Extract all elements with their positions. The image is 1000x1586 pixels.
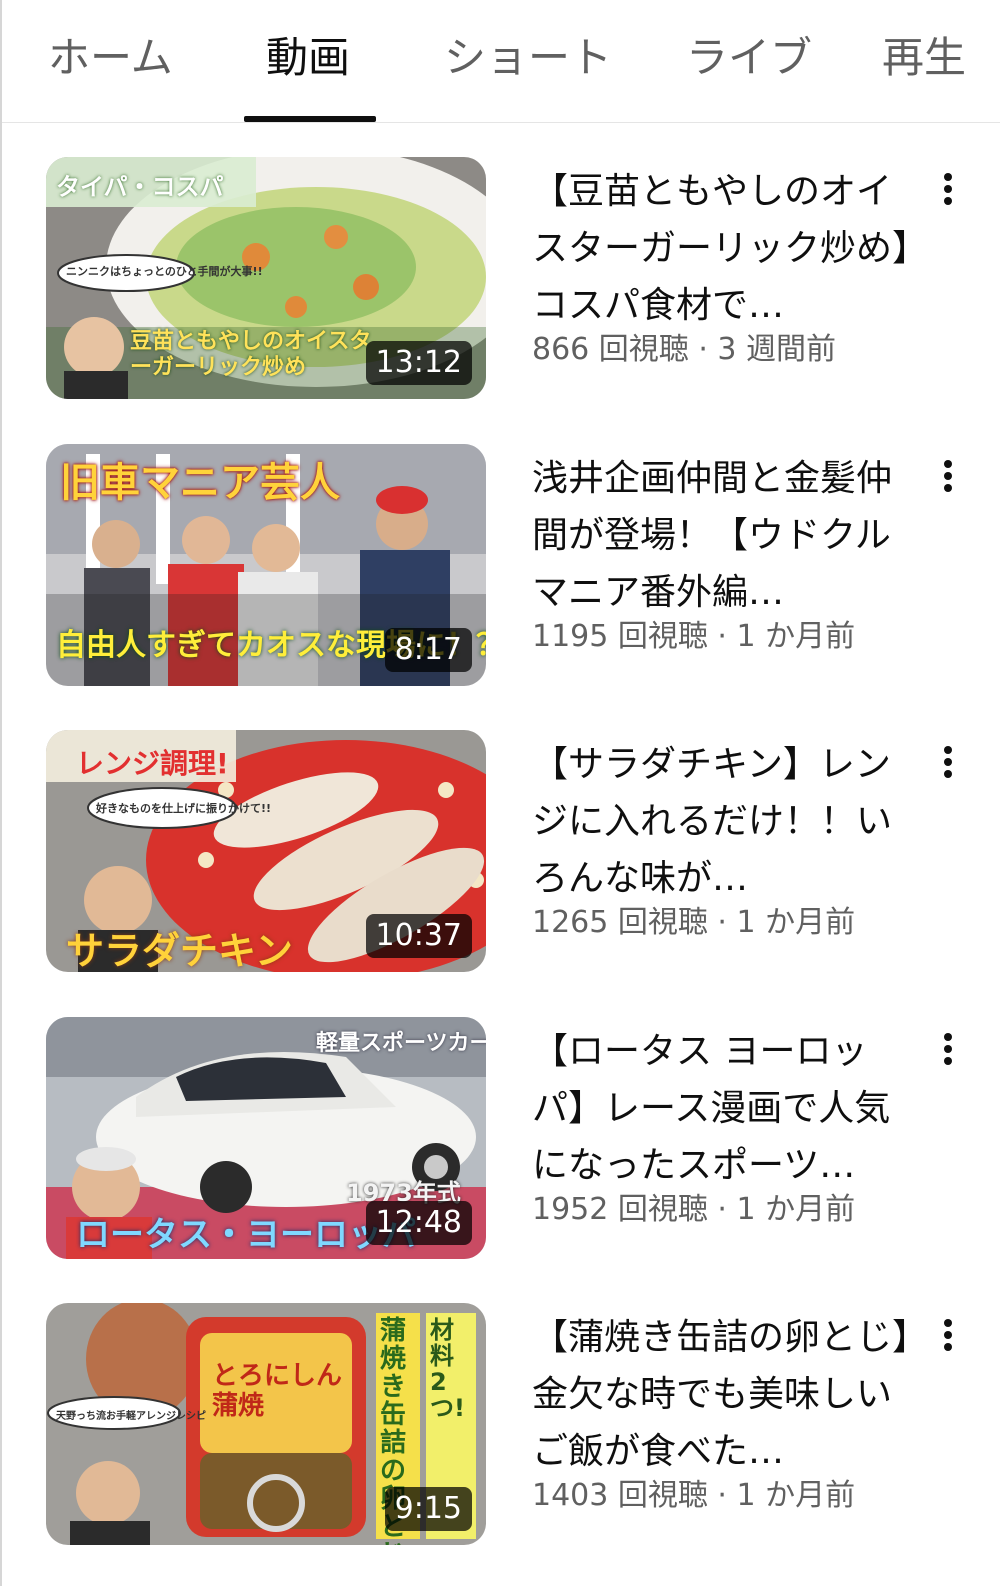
more-vert-icon[interactable] (930, 1027, 966, 1071)
video-info: 【サラダチキン】レンジに入れるだけ！！いろんな味が… 1265 回視聴 · 1 … (532, 736, 912, 943)
more-vert-icon[interactable] (930, 454, 966, 498)
video-info: 【豆苗ともやしのオイスターガーリック炒め】コスパ食材で… 866 回視聴 · 3… (532, 163, 912, 370)
video-item[interactable]: 軽量スポーツカー 1973年式 ロータス・ヨーロッパ 12:48 【ロータス ヨ… (2, 1017, 1000, 1269)
thumbnail-caption: 材料2つ! (430, 1316, 465, 1422)
video-meta: 866 回視聴 · 3 週間前 (532, 332, 837, 367)
video-duration: 13:12 (365, 341, 472, 385)
video-meta: 1403 回視聴 · 1 か月前 (532, 1478, 856, 1513)
thumbnail-bubble: ニンニクはちょっとのひと手間が大事!! (66, 265, 263, 278)
video-meta: 1265 回視聴 · 1 か月前 (532, 905, 856, 940)
more-vert-icon[interactable] (930, 167, 966, 211)
tab-videos[interactable]: 動画 (266, 30, 350, 86)
video-item[interactable]: タイパ・コスパ ニンニクはちょっとのひと手間が大事!! 豆苗ともやしのオイスター… (2, 157, 1000, 409)
thumbnail-headline: サラダチキン (66, 929, 293, 972)
tab-shorts[interactable]: ショート (444, 30, 612, 86)
video-duration: 8:17 (384, 628, 472, 672)
video-thumbnail[interactable]: 旧車マニア芸人 自由人すぎてカオスな現場に！？ 8:17 (46, 444, 486, 686)
video-duration: 10:37 (365, 914, 472, 958)
thumbnail-bubble: 天野っち流お手軽アレンジレシピ (56, 1411, 206, 1422)
video-item[interactable]: とろにしん蒲焼 材料2つ! 蒲焼き缶詰の卵とじ 天野っち流お手軽アレンジレシピ … (2, 1303, 1000, 1555)
video-info: 浅井企画仲間と金髪仲間が登場！【ウドクルマニア番外編… 1195 回視聴 · 1… (532, 450, 912, 657)
channel-videos-page: ホーム 動画 ショート ライブ 再生 タイパ・コスパ ニンニクはちょっとのひと手… (0, 0, 1000, 1586)
more-vert-icon[interactable] (930, 740, 966, 784)
video-thumbnail[interactable]: 軽量スポーツカー 1973年式 ロータス・ヨーロッパ 12:48 (46, 1017, 486, 1259)
tab-home[interactable]: ホーム (48, 30, 173, 86)
thumbnail-caption: タイパ・コスパ (56, 173, 224, 201)
thumbnail-caption: 旧車マニア芸人 (60, 460, 340, 506)
thumbnail-bubble: 好きなものを仕上げに振りかけて!! (96, 802, 272, 815)
tab-playlists[interactable]: 再生 (882, 30, 966, 86)
video-info: 【蒲焼き缶詰の卵とじ】金欠な時でも美味しいご飯が食べた… 1403 回視聴 · … (532, 1309, 912, 1516)
video-title[interactable]: 浅井企画仲間と金髪仲間が登場！【ウドクルマニア番外編… (532, 450, 912, 621)
more-vert-icon[interactable] (930, 1313, 966, 1357)
video-info: 【ロータス ヨーロッパ】レース漫画で人気になったスポーツ… 1952 回視聴 ·… (532, 1023, 912, 1230)
video-duration: 9:15 (384, 1487, 472, 1531)
video-item[interactable]: レンジ調理! 好きなものを仕上げに振りかけて!! サラダチキン 10:37 【サ… (2, 730, 1000, 982)
thumbnail-can-label: とろにしん蒲焼 (212, 1361, 343, 1421)
channel-tab-bar: ホーム 動画 ショート ライブ 再生 (2, 0, 1000, 123)
thumbnail-caption: レンジ調理! (76, 747, 229, 780)
video-duration: 12:48 (365, 1201, 472, 1245)
video-thumbnail[interactable]: とろにしん蒲焼 材料2つ! 蒲焼き缶詰の卵とじ 天野っち流お手軽アレンジレシピ … (46, 1303, 486, 1545)
thumbnail-caption: 軽量スポーツカー (316, 1031, 486, 1056)
video-title[interactable]: 【蒲焼き缶詰の卵とじ】金欠な時でも美味しいご飯が食べた… (532, 1309, 912, 1480)
active-tab-indicator (244, 116, 376, 122)
video-title[interactable]: 【豆苗ともやしのオイスターガーリック炒め】コスパ食材で… (532, 163, 912, 334)
thumbnail-headline: 豆苗ともやしのオイスターガーリック炒め (130, 329, 372, 380)
video-item[interactable]: 旧車マニア芸人 自由人すぎてカオスな現場に！？ 8:17 浅井企画仲間と金髪仲間… (2, 444, 1000, 696)
video-title[interactable]: 【サラダチキン】レンジに入れるだけ！！いろんな味が… (532, 736, 912, 907)
video-meta: 1195 回視聴 · 1 か月前 (532, 619, 856, 654)
tab-live[interactable]: ライブ (686, 30, 812, 86)
video-thumbnail[interactable]: タイパ・コスパ ニンニクはちょっとのひと手間が大事!! 豆苗ともやしのオイスター… (46, 157, 486, 399)
video-thumbnail[interactable]: レンジ調理! 好きなものを仕上げに振りかけて!! サラダチキン 10:37 (46, 730, 486, 972)
video-title[interactable]: 【ロータス ヨーロッパ】レース漫画で人気になったスポーツ… (532, 1023, 912, 1194)
video-meta: 1952 回視聴 · 1 か月前 (532, 1192, 856, 1227)
